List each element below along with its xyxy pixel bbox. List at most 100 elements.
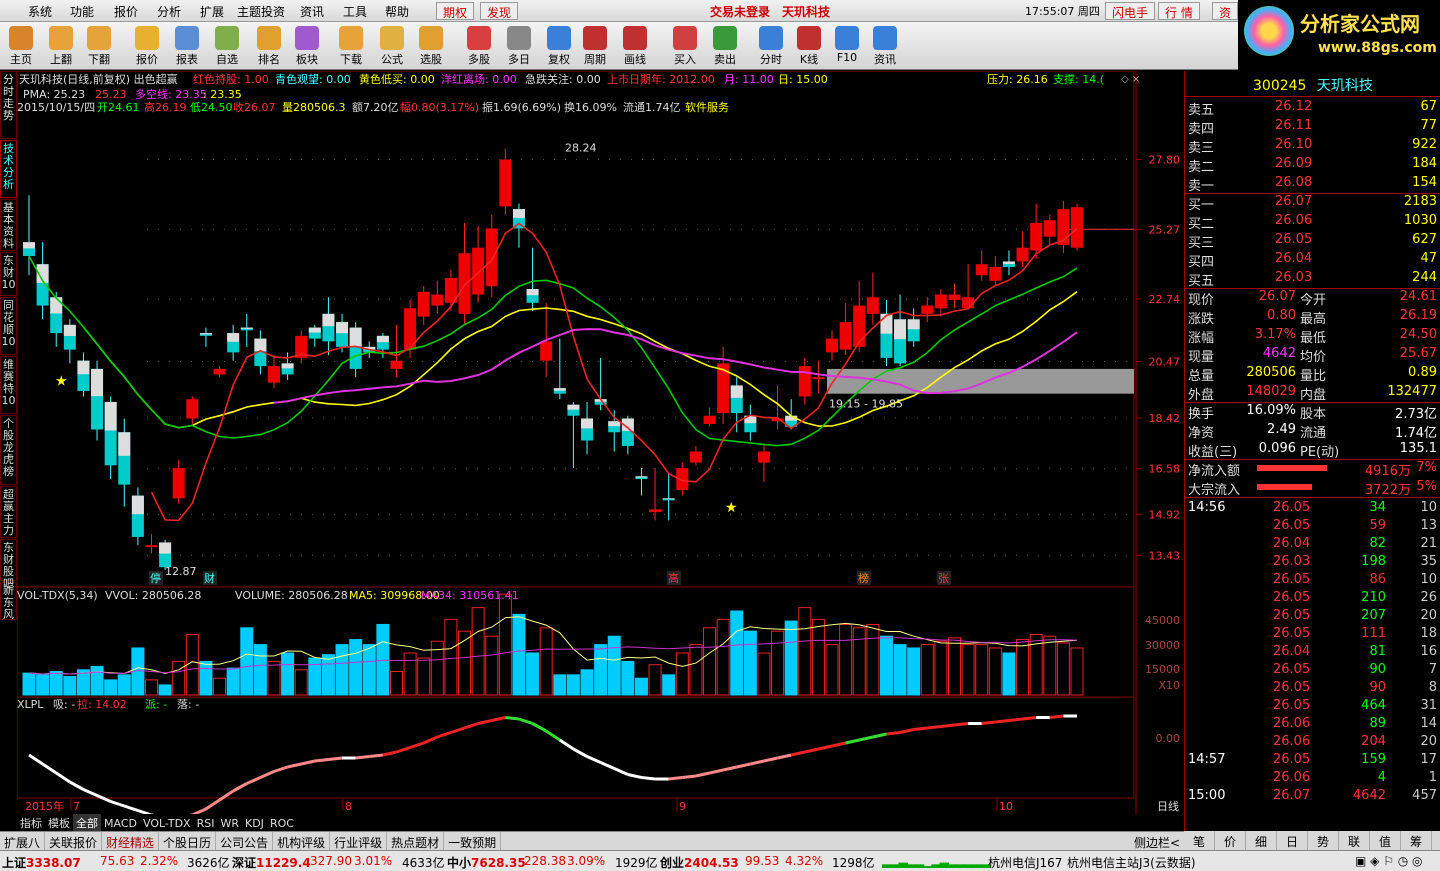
market-button[interactable]: 行 情 [1158,2,1200,20]
right-tab-1[interactable]: 价 [1215,831,1246,850]
gem-index-label: 创业2404.53 [660,856,739,870]
toolbar-button-20[interactable]: F10 [828,24,866,68]
candle-body-highlight [336,322,349,334]
xlpl-segment [491,716,506,722]
header-jump: 急跌关注: 0.00 [525,72,601,86]
menu-quote[interactable]: 报价 [114,3,138,20]
candle-body-highlight [91,368,104,397]
toolbar-button-15[interactable]: 画线 [616,24,654,68]
left-tab-3[interactable]: 东财10 [0,252,17,296]
tick-count: 7 [1428,662,1437,677]
menu-extend[interactable]: 扩展 [200,3,224,20]
left-tab-6[interactable]: 个股龙虎榜 [0,415,17,485]
indicator-tab-1[interactable]: 模板 [45,814,73,832]
server-1[interactable]: 杭州电信J167 [988,854,1062,871]
xlpl-segment [722,765,738,772]
right-tab-2[interactable]: 细 [1246,831,1277,850]
toolbar-button-0[interactable]: 主页 [2,24,40,68]
toolbar-button-12[interactable]: 多日 [500,24,538,68]
indicator-tab-0[interactable]: 指标 [17,814,45,832]
toolbar-button-9[interactable]: 公式 [373,24,411,68]
candle [186,396,199,424]
left-tab-9[interactable]: 新东风 [0,582,17,621]
toolbar-button-16[interactable]: 买入 [666,24,704,68]
close-icon[interactable]: ◇ × [1121,74,1140,85]
toolbar-button-13[interactable]: 复权 [540,24,578,68]
candle [376,333,389,358]
menu-theme[interactable]: 主题投资 [237,3,285,20]
left-tab-7[interactable]: 超赢主力 [0,486,17,538]
indicator-tab-3[interactable]: MACD [101,816,140,831]
flow-value: 3722万 [1364,483,1411,498]
options-button[interactable]: 期权 [436,2,475,20]
left-tab-0[interactable]: 分时走势 [0,71,17,139]
menu-news[interactable]: 资讯 [300,3,324,20]
tick-count: 17 [1420,752,1437,767]
menu-system[interactable]: 系统 [28,3,52,20]
volume-bar [757,652,771,696]
stat-value-2: 24.50 [1399,327,1437,342]
indicator-tab-2[interactable]: 全部 [73,814,101,832]
right-tab-6[interactable]: 值 [1370,831,1401,850]
stat-value: 148029 [1246,384,1296,399]
stat2-label: 收益(三) [1188,445,1238,460]
toolbar-icon-8 [339,26,363,50]
toolbar-button-1[interactable]: 上翻 [42,24,80,68]
header-ipo: 上市日期年: 2012.00 [607,72,715,86]
menu-function[interactable]: 功能 [70,3,94,20]
right-tab-7[interactable]: 筹 [1401,831,1432,850]
tick-row: 26.05 111 18 [1185,625,1440,643]
toolbar-button-3[interactable]: 报价 [128,24,166,68]
stat2-value-2: 2.73亿 [1395,407,1437,422]
indicator-tab-5[interactable]: RSI [194,816,218,831]
server-2[interactable]: 杭州电信主站J3(云数据) [1067,854,1196,871]
left-tab-8[interactable]: 东财股吧 [0,539,17,590]
toolbar-button-7[interactable]: 板块 [288,24,326,68]
toolbar-button-10[interactable]: 选股 [412,24,450,68]
candle [635,468,648,496]
toolbar-button-14[interactable]: 周期 [576,24,614,68]
volume-bar [1016,639,1030,696]
trade-login-status[interactable]: 交易未登录 [710,3,770,20]
left-tab-2[interactable]: 基本资料 [0,199,17,251]
right-tab-5[interactable]: 联 [1339,831,1370,850]
toolbar-button-21[interactable]: 资讯 [866,24,904,68]
right-tab-3[interactable]: 日 [1277,831,1308,850]
toolbar-button-5[interactable]: 自选 [208,24,246,68]
toolbar-icon-0 [9,26,33,50]
candle [839,302,852,356]
right-tab-0[interactable]: 笔 [1184,831,1215,850]
toolbar-button-2[interactable]: 下翻 [80,24,118,68]
left-tab-5[interactable]: 维赛特10 [0,356,17,414]
toolbar-label-5: 自选 [216,53,238,66]
toolbar-button-19[interactable]: K线 [790,24,828,68]
bid-label: 买五 [1188,274,1215,289]
toolbar-button-11[interactable]: 多股 [460,24,498,68]
toolbar-button-8[interactable]: 下载 [332,24,370,68]
info-button[interactable]: 资 [1212,2,1239,20]
right-tab-4[interactable]: 势 [1308,831,1339,850]
indicator-tab-8[interactable]: ROC [267,816,297,831]
indicator-tab-7[interactable]: KDJ [242,816,267,831]
flash-trade-button[interactable]: 闪电手 [1105,2,1156,20]
stat2-label-2: 股本 [1300,407,1327,422]
left-tab-1[interactable]: 技术分析 [0,140,17,198]
toolbar-button-6[interactable]: 排名 [250,24,288,68]
volume-bar [417,657,431,696]
indicator-tab-4[interactable]: VOL-TDX [140,816,194,831]
xlpl-segment [477,719,493,725]
menu-help[interactable]: 帮助 [385,3,409,20]
toolbar-button-4[interactable]: 报表 [168,24,206,68]
indicator-tab-6[interactable]: WR [217,816,242,831]
kline-chart[interactable]: 天玑科技(日线,前复权) 出色超赢 红色持股: 1.00 青色观望: 0.00 黄色低… [17,71,1184,815]
info-date: 2015/10/15/四 [17,101,95,114]
bid-price: 26.03 [1275,270,1313,285]
flow-row: 净流入额 4916万 7% [1185,459,1440,479]
toolbar-button-17[interactable]: 卖出 [706,24,744,68]
left-tab-4[interactable]: 同花顺10 [0,297,17,355]
menu-analysis[interactable]: 分析 [157,3,181,20]
xlpl-segment [927,725,942,730]
toolbar-button-18[interactable]: 分时 [752,24,790,68]
menu-tools[interactable]: 工具 [343,3,367,20]
discover-button[interactable]: 发现 [480,2,519,20]
